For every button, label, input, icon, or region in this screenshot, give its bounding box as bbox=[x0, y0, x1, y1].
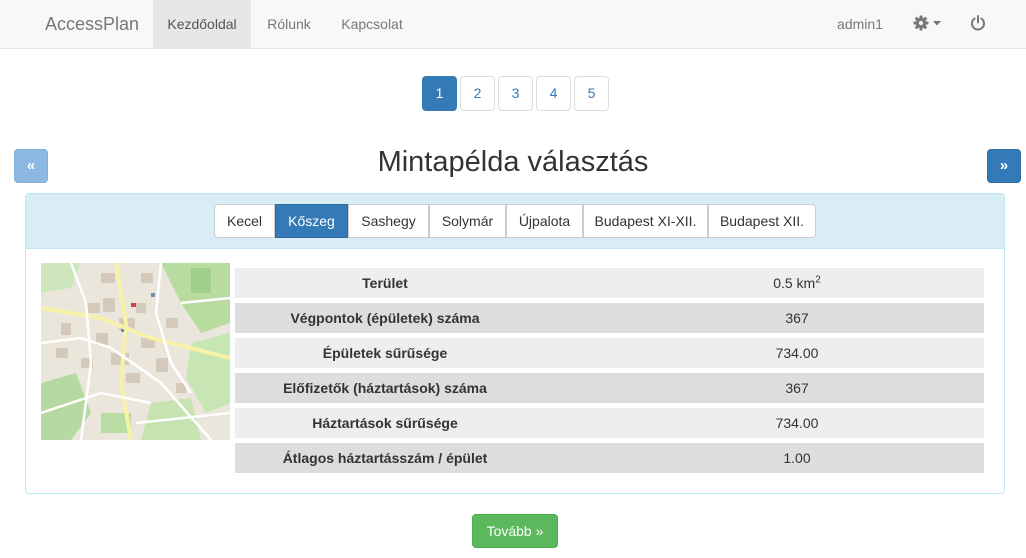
settings-dropdown[interactable] bbox=[898, 0, 954, 48]
caret-down-icon bbox=[933, 21, 941, 26]
stat-label: Átlagos háztartásszám / épület bbox=[282, 450, 488, 466]
page-title: Mintapélda választás bbox=[377, 146, 649, 178]
map-image bbox=[41, 263, 230, 440]
stat-row-endpoints: Végpontok (épületek) száma 367 bbox=[235, 303, 984, 333]
stat-value: 367 bbox=[785, 310, 809, 326]
page-button-1[interactable]: 1 bbox=[422, 76, 457, 111]
stat-label: Végpontok (épületek) száma bbox=[290, 310, 480, 326]
continue-button[interactable]: Tovább » bbox=[472, 514, 558, 548]
stat-value-text: 0.5 km bbox=[773, 275, 816, 291]
logout-button[interactable] bbox=[955, 0, 1001, 48]
power-icon bbox=[971, 15, 985, 31]
map-thumbnail bbox=[41, 263, 230, 440]
tab-koszeg[interactable]: Kőszeg bbox=[275, 204, 348, 238]
nav-link-about[interactable]: Rólunk bbox=[251, 0, 327, 48]
stat-label: Terület bbox=[362, 275, 408, 291]
brand-logo[interactable]: AccessPlan bbox=[45, 14, 139, 35]
stat-label: Háztartások sűrűsége bbox=[312, 415, 458, 431]
tab-budapest-xii[interactable]: Budapest XII. bbox=[708, 204, 816, 238]
nav-link-home[interactable]: Kezdőoldal bbox=[153, 0, 251, 48]
tab-budapest-xi-xii[interactable]: Budapest XI-XII. bbox=[583, 204, 708, 238]
stat-value-superscript: 2 bbox=[815, 274, 821, 286]
navbar: AccessPlan Kezdőoldal Rólunk Kapcsolat a… bbox=[0, 0, 1026, 49]
page-button-3[interactable]: 3 bbox=[498, 76, 533, 111]
tab-kecel[interactable]: Kecel bbox=[214, 204, 275, 238]
page-button-4[interactable]: 4 bbox=[536, 76, 571, 111]
stat-row-area: Terület 0.5 km2 bbox=[235, 268, 984, 298]
tab-sashegy[interactable]: Sashegy bbox=[348, 204, 429, 238]
page-button-2[interactable]: 2 bbox=[460, 76, 495, 111]
stat-value: 734.00 bbox=[775, 415, 819, 431]
stat-value: 0.5 km2 bbox=[610, 268, 984, 298]
next-arrow-button[interactable]: » bbox=[987, 149, 1021, 183]
panel-heading: Kecel Kőszeg Sashegy Solymár Újpalota Bu… bbox=[26, 194, 1004, 249]
tab-solymar[interactable]: Solymár bbox=[429, 204, 506, 238]
gear-icon bbox=[913, 15, 929, 31]
stat-row-building-density: Épületek sűrűsége 734.00 bbox=[235, 338, 984, 368]
stat-value: 367 bbox=[785, 380, 809, 396]
nav-user-name[interactable]: admin1 bbox=[823, 0, 897, 48]
stat-row-subscribers: Előfizetők (háztartások) száma 367 bbox=[235, 373, 984, 403]
stat-label: Előfizetők (háztartások) száma bbox=[283, 380, 487, 396]
stat-row-household-density: Háztartások sűrűsége 734.00 bbox=[235, 408, 984, 438]
nav-link-contact[interactable]: Kapcsolat bbox=[327, 0, 417, 48]
stat-row-avg-households: Átlagos háztartásszám / épület 1.00 bbox=[235, 443, 984, 473]
stat-value: 1.00 bbox=[783, 450, 811, 466]
stat-value: 734.00 bbox=[775, 345, 819, 361]
tab-ujpalota[interactable]: Újpalota bbox=[506, 204, 583, 238]
stat-label: Épületek sűrűsége bbox=[322, 345, 448, 361]
page-button-5[interactable]: 5 bbox=[574, 76, 609, 111]
